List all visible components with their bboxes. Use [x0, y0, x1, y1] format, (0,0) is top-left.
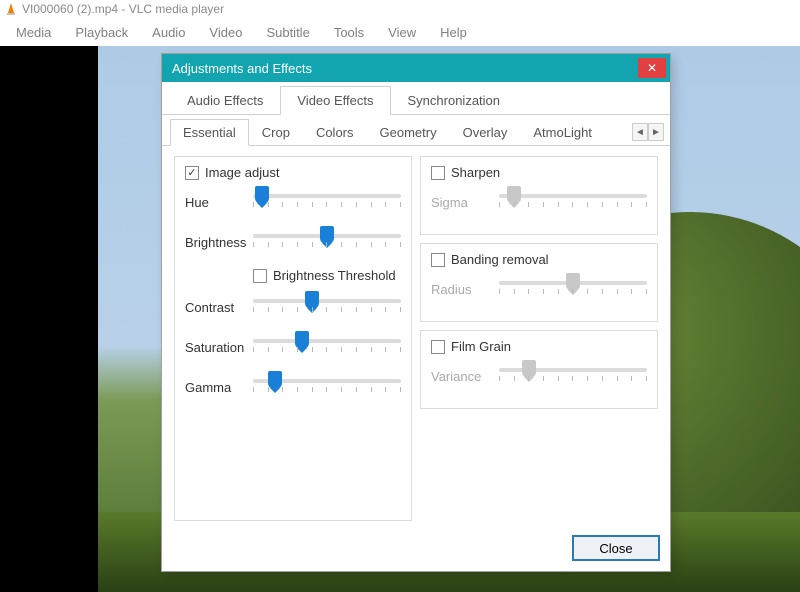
tab-overlay[interactable]: Overlay — [450, 119, 521, 145]
banding-group: Banding removal Radius — [420, 243, 658, 322]
variance-slider[interactable] — [499, 362, 647, 390]
brightness-label: Brightness — [185, 235, 253, 250]
hue-label: Hue — [185, 195, 253, 210]
close-icon: ✕ — [647, 61, 657, 75]
dialog-title: Adjustments and Effects — [172, 61, 312, 76]
menu-playback[interactable]: Playback — [65, 23, 138, 42]
dialog-close-button[interactable]: ✕ — [638, 58, 666, 78]
sharpen-checkbox[interactable] — [431, 166, 445, 180]
tab-essential[interactable]: Essential — [170, 119, 249, 146]
main-menu: Media Playback Audio Video Subtitle Tool… — [0, 18, 800, 46]
brightness-threshold-checkbox[interactable] — [253, 269, 267, 283]
radius-label: Radius — [431, 282, 499, 297]
tab-scroll-left[interactable]: ◄ — [632, 123, 648, 141]
chevron-left-icon: ◄ — [635, 127, 645, 138]
gamma-slider[interactable] — [253, 373, 401, 401]
saturation-label: Saturation — [185, 340, 253, 355]
sigma-slider[interactable] — [499, 188, 647, 216]
variance-label: Variance — [431, 369, 499, 384]
sigma-label: Sigma — [431, 195, 499, 210]
image-adjust-label: Image adjust — [205, 165, 279, 180]
banding-checkbox[interactable] — [431, 253, 445, 267]
gamma-label: Gamma — [185, 380, 253, 395]
contrast-label: Contrast — [185, 300, 253, 315]
video-blackbar — [0, 46, 98, 592]
window-title: VI000060 (2).mp4 - VLC media player — [22, 2, 224, 16]
vlc-cone-icon — [6, 3, 16, 15]
grain-checkbox[interactable] — [431, 340, 445, 354]
brightness-slider[interactable] — [253, 228, 401, 256]
tab-atmolight[interactable]: AtmoLight — [520, 119, 605, 145]
brightness-threshold-label: Brightness Threshold — [273, 268, 396, 283]
image-adjust-checkbox[interactable]: ✓ — [185, 166, 199, 180]
menu-view[interactable]: View — [378, 23, 426, 42]
tab-synchronization[interactable]: Synchronization — [391, 86, 518, 114]
banding-label: Banding removal — [451, 252, 549, 267]
tab-geometry[interactable]: Geometry — [367, 119, 450, 145]
grain-label: Film Grain — [451, 339, 511, 354]
hue-slider[interactable] — [253, 188, 401, 216]
tab-video-effects[interactable]: Video Effects — [280, 86, 390, 115]
window-titlebar: VI000060 (2).mp4 - VLC media player — [0, 0, 800, 18]
radius-slider[interactable] — [499, 275, 647, 303]
tab-colors[interactable]: Colors — [303, 119, 367, 145]
menu-audio[interactable]: Audio — [142, 23, 195, 42]
menu-media[interactable]: Media — [6, 23, 61, 42]
menu-video[interactable]: Video — [199, 23, 252, 42]
tab-audio-effects[interactable]: Audio Effects — [170, 86, 280, 114]
tab-scroll-right[interactable]: ► — [648, 123, 664, 141]
tab-crop[interactable]: Crop — [249, 119, 303, 145]
dialog-titlebar[interactable]: Adjustments and Effects ✕ — [162, 54, 670, 82]
grain-group: Film Grain Variance — [420, 330, 658, 409]
contrast-slider[interactable] — [253, 293, 401, 321]
chevron-right-icon: ► — [651, 127, 661, 138]
image-adjust-group: ✓ Image adjust Hue Brightness Brightness… — [174, 156, 412, 521]
close-button[interactable]: Close — [572, 535, 660, 561]
menu-help[interactable]: Help — [430, 23, 477, 42]
outer-tabs: Audio Effects Video Effects Synchronizat… — [162, 82, 670, 115]
sharpen-group: Sharpen Sigma — [420, 156, 658, 235]
saturation-slider[interactable] — [253, 333, 401, 361]
menu-subtitle[interactable]: Subtitle — [256, 23, 319, 42]
inner-tabs: Essential Crop Colors Geometry Overlay A… — [162, 115, 670, 146]
sharpen-label: Sharpen — [451, 165, 500, 180]
menu-tools[interactable]: Tools — [324, 23, 374, 42]
adjustments-dialog: Adjustments and Effects ✕ Audio Effects … — [161, 53, 671, 572]
